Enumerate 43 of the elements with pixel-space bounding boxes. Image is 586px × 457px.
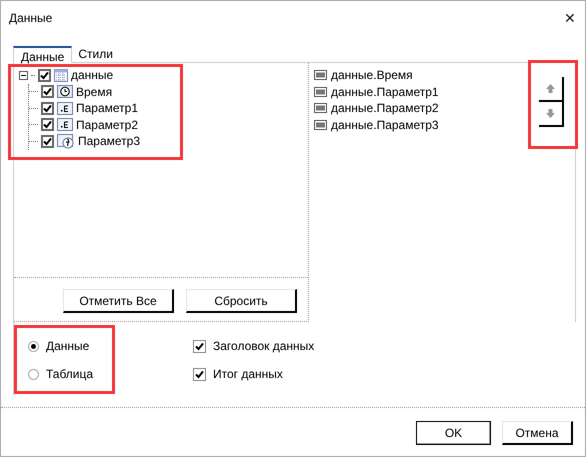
formula-icon — [57, 134, 75, 149]
checkbox[interactable] — [193, 368, 206, 380]
text-field-icon — [314, 103, 327, 114]
close-button[interactable]: ✕ — [555, 10, 585, 26]
field-item[interactable]: данные.Параметр2 — [331, 101, 439, 116]
cancel-button[interactable]: Отмена — [502, 421, 573, 445]
ok-button[interactable]: OK — [416, 421, 491, 445]
radio-button[interactable] — [28, 368, 39, 380]
clock-icon — [57, 85, 73, 98]
checkbox[interactable] — [41, 102, 54, 115]
table-icon — [54, 68, 68, 82]
text-field-icon — [314, 120, 327, 130]
checkbox[interactable] — [41, 85, 54, 98]
tree-item[interactable]: Параметр2 — [76, 118, 138, 132]
number-field-icon — [57, 118, 73, 132]
reset-button[interactable]: Сбросить — [186, 289, 297, 313]
field-item[interactable]: данные.Параметр3 — [331, 118, 439, 132]
tree-item[interactable]: Время — [76, 84, 112, 99]
text-field-icon — [314, 70, 327, 80]
arrow-up-icon — [545, 83, 556, 94]
text-field-icon — [314, 86, 327, 97]
move-down-button[interactable] — [539, 102, 564, 127]
tab[interactable]: Стили — [73, 47, 118, 62]
arrow-down-icon — [545, 108, 556, 119]
window-title: Данные — [9, 11, 52, 25]
checkbox[interactable] — [41, 134, 54, 148]
tree-item[interactable]: данные — [71, 68, 114, 82]
checkbox[interactable] — [193, 340, 206, 352]
number-field-icon — [57, 102, 73, 115]
radio-button[interactable] — [28, 340, 39, 352]
checkbox-label[interactable]: Итог данных — [213, 367, 283, 381]
radio-label[interactable]: Данные — [46, 339, 90, 353]
select-all-button[interactable]: Отметить Все — [63, 289, 174, 313]
tab[interactable]: Данные — [13, 46, 72, 63]
checkbox[interactable] — [41, 118, 54, 132]
collapse-icon[interactable] — [19, 70, 28, 80]
tree-item[interactable]: Параметр1 — [76, 101, 138, 116]
checkbox-label[interactable]: Заголовок данных — [213, 339, 314, 353]
checkbox[interactable] — [38, 68, 51, 82]
field-item[interactable]: данные.Параметр1 — [331, 84, 439, 99]
field-item[interactable]: данные.Время — [331, 68, 413, 82]
radio-label[interactable]: Таблица — [46, 367, 94, 381]
tree-item[interactable]: Параметр3 — [78, 134, 140, 148]
